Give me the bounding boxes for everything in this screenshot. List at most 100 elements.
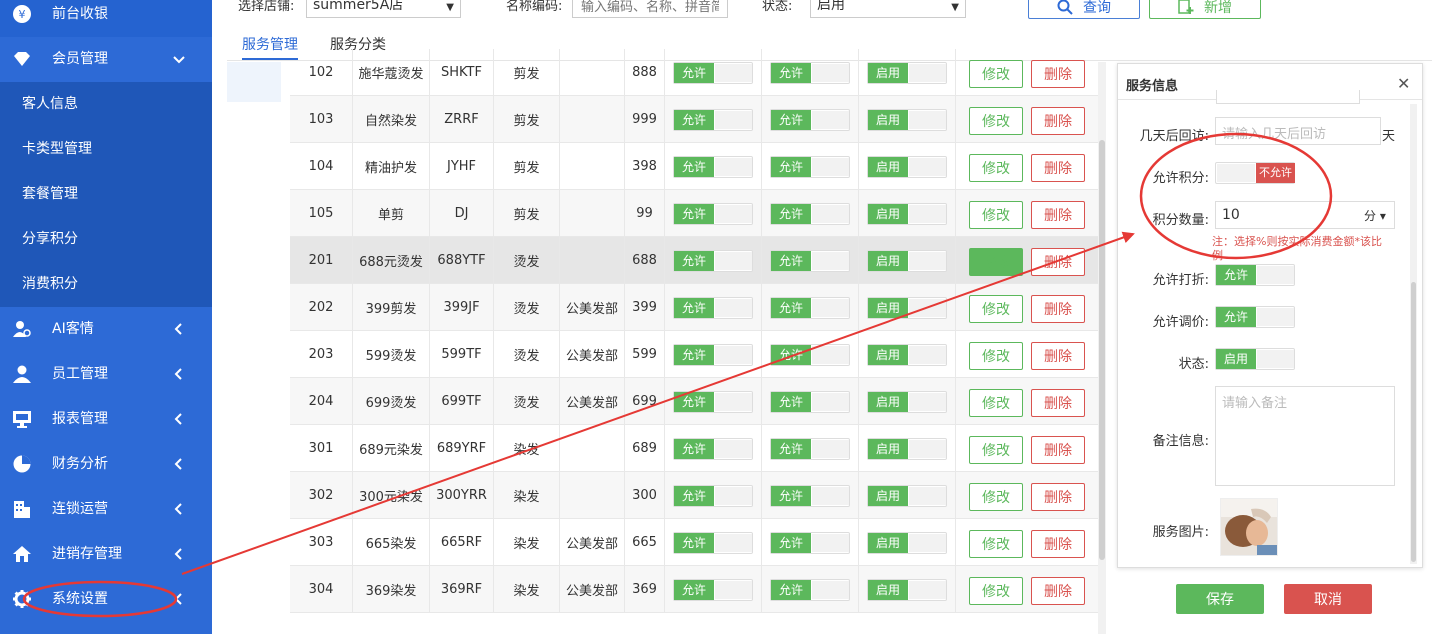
edit-button[interactable]: 修改 (969, 483, 1023, 511)
allow-discount-toggle[interactable]: 允许 (673, 297, 753, 319)
table-row[interactable]: 102 施华蔻烫发 SHKTF 剪发 888 允许 允许 启用 修改 删除 (290, 49, 1098, 96)
table-row[interactable]: 204 699烫发 699TF 烫发 公美发部 699 允许 允许 启用 修改 删除 (290, 378, 1098, 425)
cancel-button[interactable]: 取消 (1284, 584, 1372, 614)
status-toggle[interactable]: 启用 (867, 203, 947, 225)
remark-textarea[interactable]: 请输入备注 (1215, 386, 1395, 486)
table-row[interactable]: 303 665染发 665RF 染发 公美发部 665 允许 允许 启用 修改 删除 (290, 519, 1098, 566)
allow-discount-toggle[interactable]: 允许 (673, 391, 753, 413)
delete-button[interactable]: 删除 (1031, 436, 1085, 464)
allow-adjust-toggle[interactable]: 允许 (770, 532, 850, 554)
delete-button[interactable]: 删除 (1031, 483, 1085, 511)
service-image[interactable] (1220, 498, 1278, 556)
allow-discount-toggle[interactable]: 允许 (673, 532, 753, 554)
status-toggle[interactable]: 启用 (867, 297, 947, 319)
allow-discount-toggle[interactable]: 允许 (673, 438, 753, 460)
allow-adjust-toggle[interactable]: 允许 (770, 344, 850, 366)
sidebar-item-staff[interactable]: 员工管理 (0, 352, 212, 397)
allow-discount-toggle[interactable]: 允许 (673, 62, 753, 84)
sidebar-item-member[interactable]: 会员管理 (0, 37, 212, 82)
edit-button[interactable]: 修改 (969, 154, 1023, 182)
allow-discount-toggle[interactable]: 允许 (673, 109, 753, 131)
query-button[interactable]: 查询 (1028, 0, 1140, 19)
table-row[interactable]: 302 300元染发 300YRR 染发 300 允许 允许 启用 修改 删除 (290, 472, 1098, 519)
status-toggle[interactable]: 启用 (867, 344, 947, 366)
sidebar-item-ai[interactable]: AI客情 (0, 307, 212, 352)
allow-discount-toggle[interactable]: 允许 (673, 579, 753, 601)
field-above-revisit[interactable] (1216, 90, 1360, 104)
status-toggle[interactable]: 启用 (867, 250, 947, 272)
edit-button[interactable]: 修改 (969, 342, 1023, 370)
table-row[interactable]: 201 688元烫发 688YTF 烫发 688 允许 允许 启用 修改 删除 (290, 237, 1098, 284)
allow-points-switch[interactable]: 不允许 (1215, 162, 1295, 184)
status-toggle[interactable]: 启用 (867, 109, 947, 131)
sidebar-item-finance[interactable]: 财务分析 (0, 442, 212, 487)
status-toggle[interactable]: 启用 (867, 62, 947, 84)
add-button[interactable]: 新增 (1149, 0, 1261, 19)
allow-discount-switch[interactable]: 允许 (1215, 264, 1295, 286)
edit-button[interactable]: 修改 (969, 248, 1023, 276)
edit-button[interactable]: 修改 (969, 389, 1023, 417)
delete-button[interactable]: 删除 (1031, 154, 1085, 182)
revisit-input[interactable]: 请输入几天后回访 (1215, 117, 1381, 145)
sidebar-item-packages[interactable]: 套餐管理 (0, 172, 212, 217)
status-toggle[interactable]: 启用 (867, 438, 947, 460)
delete-button[interactable]: 删除 (1031, 342, 1085, 370)
edit-button[interactable]: 修改 (969, 295, 1023, 323)
table-row[interactable]: 104 精油护发 JYHF 剪发 398 允许 允许 启用 修改 删除 (290, 143, 1098, 190)
points-unit-select[interactable]: 分 ▾ (1364, 207, 1386, 224)
edit-button[interactable]: 修改 (969, 436, 1023, 464)
sidebar-item-settings[interactable]: 系统设置 (0, 577, 212, 622)
store-select[interactable]: summer5A店 ▼ (306, 0, 461, 18)
status-toggle[interactable]: 启用 (867, 156, 947, 178)
allow-adjust-toggle[interactable]: 允许 (770, 438, 850, 460)
allow-adjust-toggle[interactable]: 允许 (770, 250, 850, 272)
edit-button[interactable]: 修改 (969, 60, 1023, 88)
delete-button[interactable]: 删除 (1031, 60, 1085, 88)
sidebar-item-inventory[interactable]: 进销存管理 (0, 532, 212, 577)
sidebar-item-consume-points[interactable]: 消费积分 (0, 262, 212, 307)
allow-adjust-toggle[interactable]: 允许 (770, 579, 850, 601)
allow-adjust-toggle[interactable]: 允许 (770, 109, 850, 131)
table-row[interactable]: 301 689元染发 689YRF 染发 689 允许 允许 启用 修改 删除 (290, 425, 1098, 472)
delete-button[interactable]: 删除 (1031, 577, 1085, 605)
status-toggle[interactable]: 启用 (867, 391, 947, 413)
edit-button[interactable]: 修改 (969, 577, 1023, 605)
table-row[interactable]: 202 399剪发 399JF 烫发 公美发部 399 允许 允许 启用 修改 删除 (290, 284, 1098, 331)
dialog-scrollbar-thumb[interactable] (1411, 282, 1416, 562)
sidebar-item-share-points[interactable]: 分享积分 (0, 217, 212, 262)
table-row[interactable]: 103 自然染发 ZRRF 剪发 999 允许 允许 启用 修改 删除 (290, 96, 1098, 143)
sidebar-item-chain[interactable]: 连锁运营 (0, 487, 212, 532)
save-button[interactable]: 保存 (1176, 584, 1264, 614)
allow-discount-toggle[interactable]: 允许 (673, 344, 753, 366)
table-scrollbar-thumb[interactable] (1099, 140, 1105, 560)
allow-adjust-toggle[interactable]: 允许 (770, 485, 850, 507)
allow-adjust-toggle[interactable]: 允许 (770, 156, 850, 178)
table-row[interactable]: 203 599烫发 599TF 烫发 公美发部 599 允许 允许 启用 修改 删除 (290, 331, 1098, 378)
allow-adjust-toggle[interactable]: 允许 (770, 203, 850, 225)
allow-adjust-toggle[interactable]: 允许 (770, 297, 850, 319)
status-select[interactable]: 启用 ▼ (810, 0, 966, 18)
name-code-input[interactable] (572, 0, 728, 18)
delete-button[interactable]: 删除 (1031, 201, 1085, 229)
close-icon[interactable]: ✕ (1397, 74, 1410, 93)
status-switch[interactable]: 启用 (1215, 348, 1295, 370)
status-toggle[interactable]: 启用 (867, 485, 947, 507)
allow-adjust-toggle[interactable]: 允许 (770, 391, 850, 413)
delete-button[interactable]: 删除 (1031, 530, 1085, 558)
edit-button[interactable]: 修改 (969, 107, 1023, 135)
allow-discount-toggle[interactable]: 允许 (673, 156, 753, 178)
points-qty-input[interactable]: 10 分 ▾ (1215, 201, 1395, 229)
delete-button[interactable]: 删除 (1031, 248, 1085, 276)
table-row[interactable]: 105 单剪 DJ 剪发 99 允许 允许 启用 修改 删除 (290, 190, 1098, 237)
edit-button[interactable]: 修改 (969, 201, 1023, 229)
allow-discount-toggle[interactable]: 允许 (673, 250, 753, 272)
allow-adjust-switch[interactable]: 允许 (1215, 306, 1295, 328)
sidebar-item-customer-info[interactable]: 客人信息 (0, 82, 212, 127)
status-toggle[interactable]: 启用 (867, 532, 947, 554)
allow-discount-toggle[interactable]: 允许 (673, 485, 753, 507)
allow-discount-toggle[interactable]: 允许 (673, 203, 753, 225)
sidebar-item-cashier[interactable]: ¥ 前台收银 (0, 0, 212, 37)
sidebar-item-card-types[interactable]: 卡类型管理 (0, 127, 212, 172)
status-toggle[interactable]: 启用 (867, 579, 947, 601)
delete-button[interactable]: 删除 (1031, 389, 1085, 417)
